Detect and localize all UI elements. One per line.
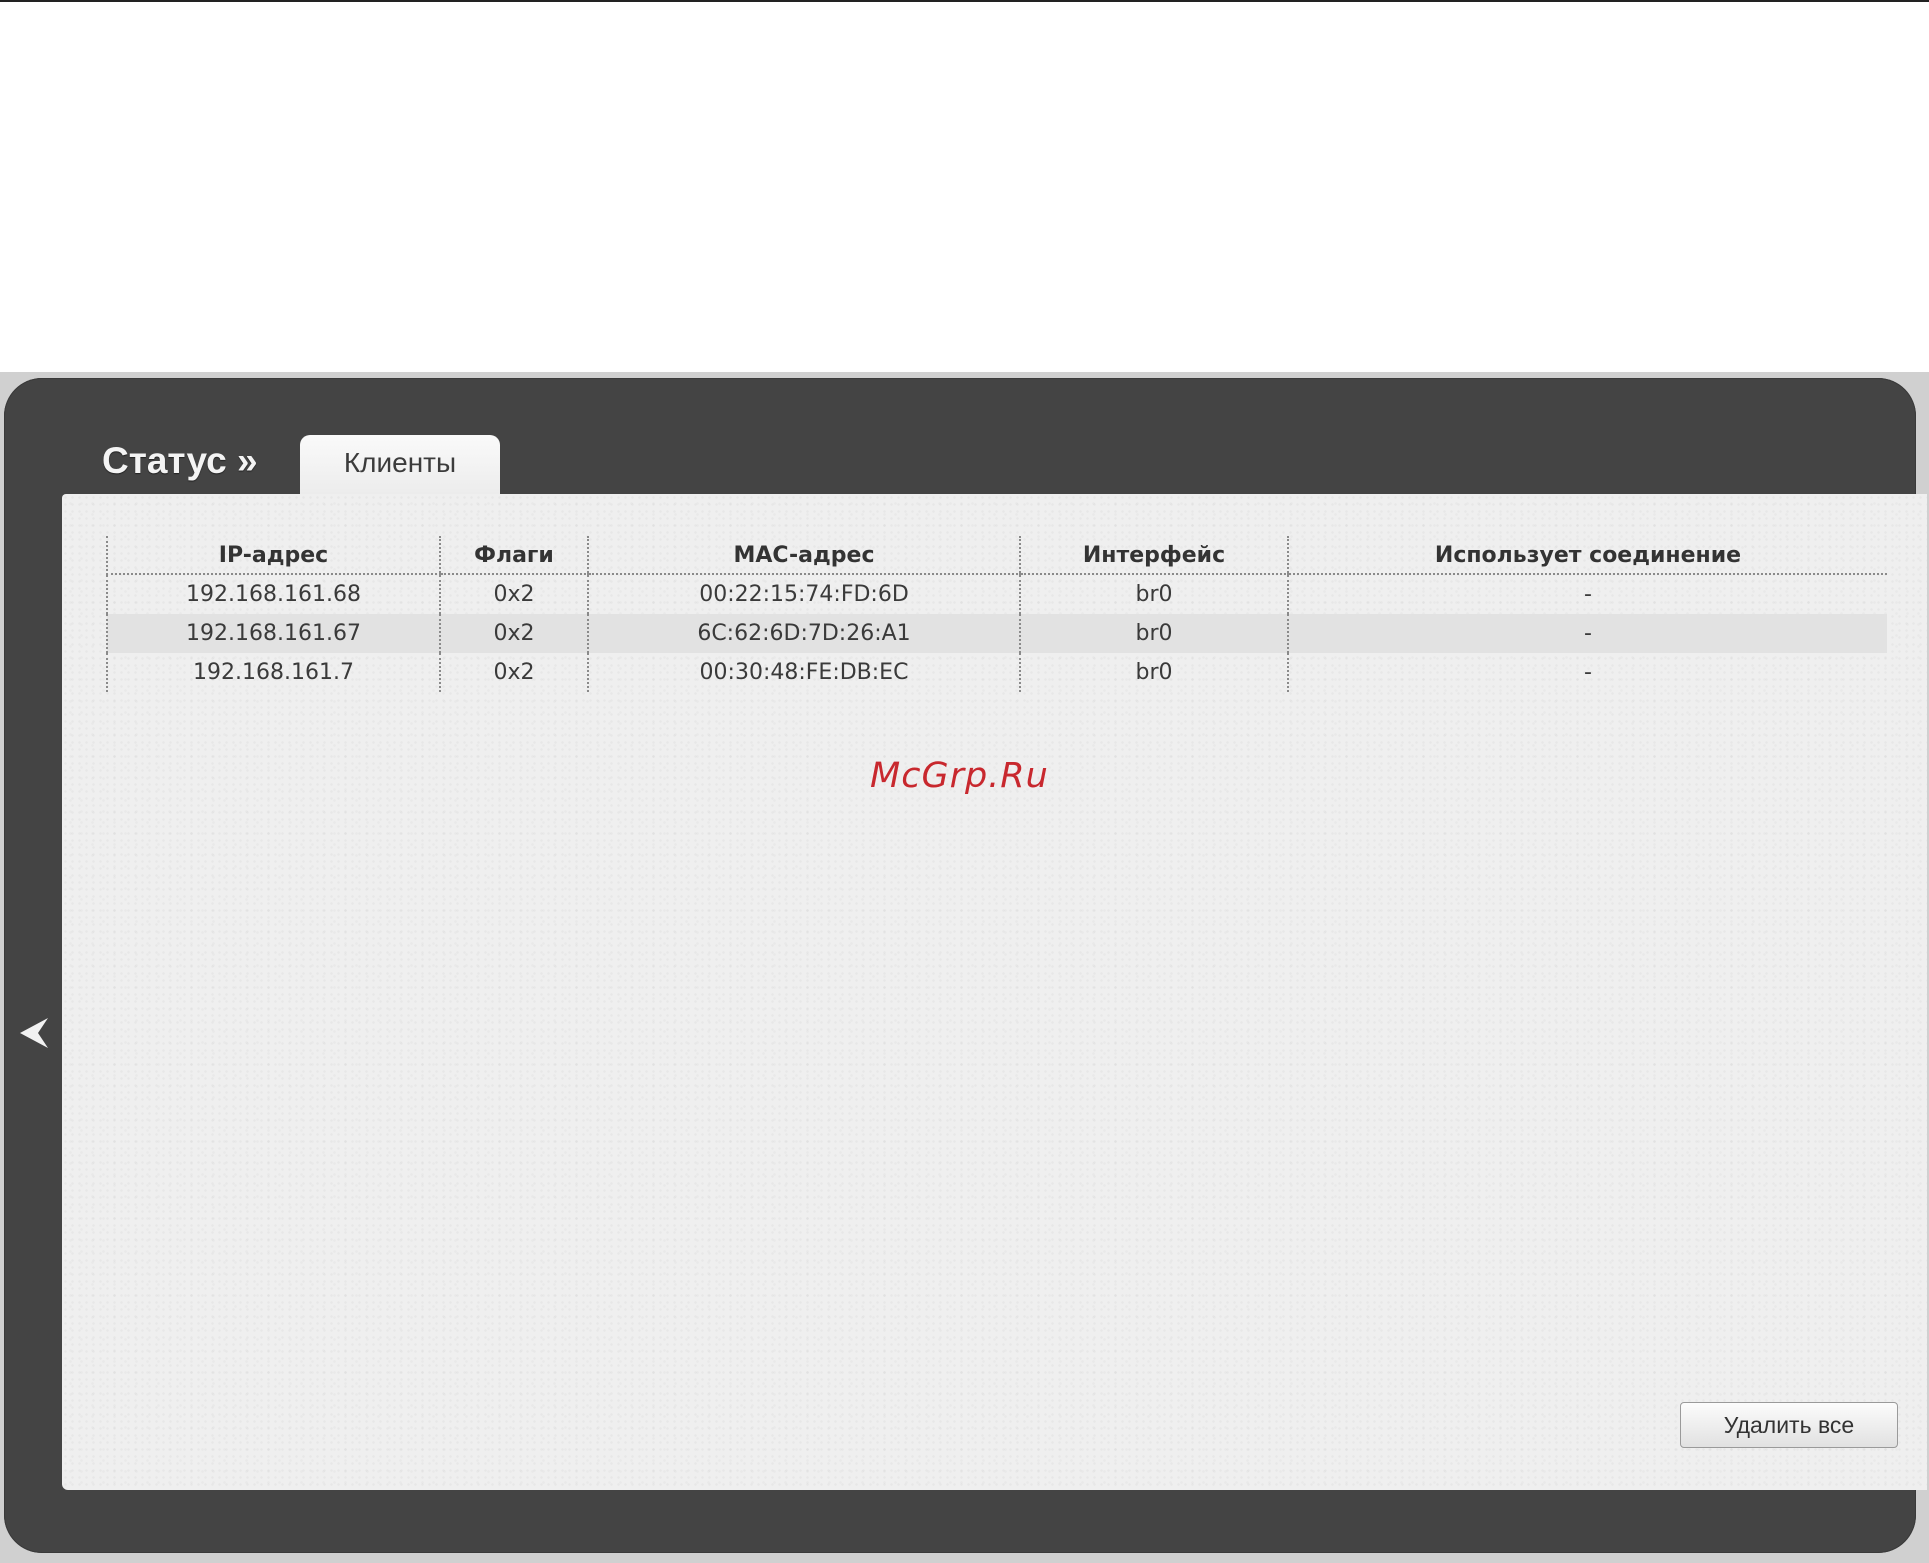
column-header-mac[interactable]: MAC-адрес xyxy=(587,536,1020,575)
table-row[interactable]: 192.168.161.68 0x2 00:22:15:74:FD:6D br0… xyxy=(106,574,1887,614)
watermark: McGrp.Ru xyxy=(870,756,1049,796)
page-title: Статус » xyxy=(102,440,258,481)
arrow-left-icon[interactable] xyxy=(18,1016,50,1050)
cell-interface: br0 xyxy=(1019,653,1288,692)
column-header-interface[interactable]: Интерфейс xyxy=(1019,536,1288,575)
cell-ip: 192.168.161.7 xyxy=(106,653,440,692)
delete-all-button[interactable]: Удалить все xyxy=(1680,1402,1898,1448)
column-header-flags[interactable]: Флаги xyxy=(439,536,588,575)
top-rule xyxy=(0,0,1929,2)
cell-connection: - xyxy=(1287,653,1887,692)
cell-connection: - xyxy=(1287,614,1887,653)
column-header-connection[interactable]: Использует соединение xyxy=(1287,536,1887,575)
cell-flags: 0x2 xyxy=(439,653,588,692)
table-header-row: IP-адрес Флаги MAC-адрес Интерфейс Испол… xyxy=(106,536,1887,575)
cell-ip: 192.168.161.68 xyxy=(106,574,440,614)
content-area: IP-адрес Флаги MAC-адрес Интерфейс Испол… xyxy=(62,494,1927,1490)
cell-mac: 00:30:48:FE:DB:EC xyxy=(587,653,1020,692)
cell-interface: br0 xyxy=(1019,574,1288,614)
table-row[interactable]: 192.168.161.7 0x2 00:30:48:FE:DB:EC br0 … xyxy=(106,653,1887,692)
cell-flags: 0x2 xyxy=(439,574,588,614)
tab-clients[interactable]: Клиенты xyxy=(300,435,500,495)
column-header-ip[interactable]: IP-адрес xyxy=(106,536,440,575)
cell-flags: 0x2 xyxy=(439,614,588,653)
cell-connection: - xyxy=(1287,574,1887,614)
cell-mac: 6C:62:6D:7D:26:A1 xyxy=(587,614,1020,653)
table-row[interactable]: 192.168.161.67 0x2 6C:62:6D:7D:26:A1 br0… xyxy=(106,614,1887,653)
cell-interface: br0 xyxy=(1019,614,1288,653)
clients-table: IP-адрес Флаги MAC-адрес Интерфейс Испол… xyxy=(106,536,1887,692)
cell-mac: 00:22:15:74:FD:6D xyxy=(587,574,1020,614)
cell-ip: 192.168.161.67 xyxy=(106,614,440,653)
